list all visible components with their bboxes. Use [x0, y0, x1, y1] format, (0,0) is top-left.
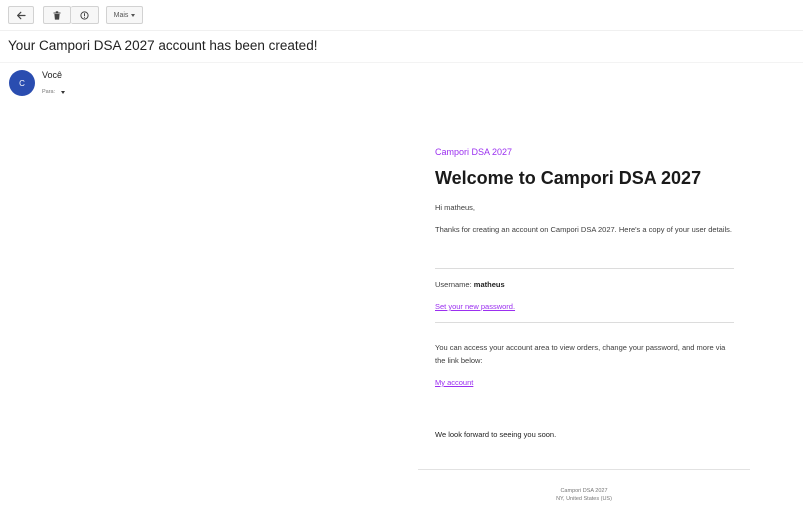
email-subject: Your Campori DSA 2027 account has been c…	[8, 38, 318, 53]
username-value: matheus	[473, 280, 505, 289]
welcome-heading: Welcome to Campori DSA 2027	[435, 168, 702, 188]
greeting-text: Hi matheus,	[435, 203, 476, 212]
back-button[interactable]	[8, 6, 34, 24]
divider	[435, 322, 734, 323]
my-account-link[interactable]: My account	[435, 376, 473, 389]
info-icon	[80, 10, 89, 20]
more-label: Mais	[113, 11, 129, 19]
closing-text: We look forward to seeing you soon.	[435, 430, 557, 439]
footer-address: NY, United States (US)	[556, 496, 612, 502]
trash-icon	[53, 10, 61, 20]
sender-name: Você	[42, 70, 63, 80]
delete-button[interactable]	[43, 6, 71, 24]
subject-divider	[0, 62, 803, 63]
toolbar-divider	[0, 30, 803, 31]
footer-brand: Campori DSA 2027	[560, 488, 608, 494]
thanks-text: Thanks for creating an account on Campor…	[435, 225, 733, 234]
to-label: Para:	[42, 89, 56, 95]
more-dropdown-button[interactable]: Mais	[106, 6, 143, 24]
recipients-dropdown[interactable]: Para:	[42, 89, 66, 95]
report-spam-button[interactable]	[71, 6, 99, 24]
sender-avatar[interactable]: C	[9, 70, 35, 96]
caret-down-icon	[61, 90, 66, 94]
caret-down-icon	[131, 13, 136, 17]
action-button-group	[43, 6, 99, 24]
brand-name: Campori DSA 2027	[435, 147, 513, 157]
arrow-left-icon	[16, 11, 26, 20]
footer-divider	[418, 469, 750, 470]
account-access-text: You can access your account area to view…	[435, 343, 726, 365]
username-label: Username:	[435, 280, 472, 289]
username-line: Username: matheus	[435, 278, 505, 291]
avatar-letter: C	[19, 78, 25, 88]
divider	[435, 268, 734, 269]
set-password-link[interactable]: Set your new password.	[435, 300, 515, 313]
message-toolbar: Mais	[8, 6, 143, 24]
email-footer: Campori DSA 2027 NY, United States (US)	[418, 487, 750, 503]
